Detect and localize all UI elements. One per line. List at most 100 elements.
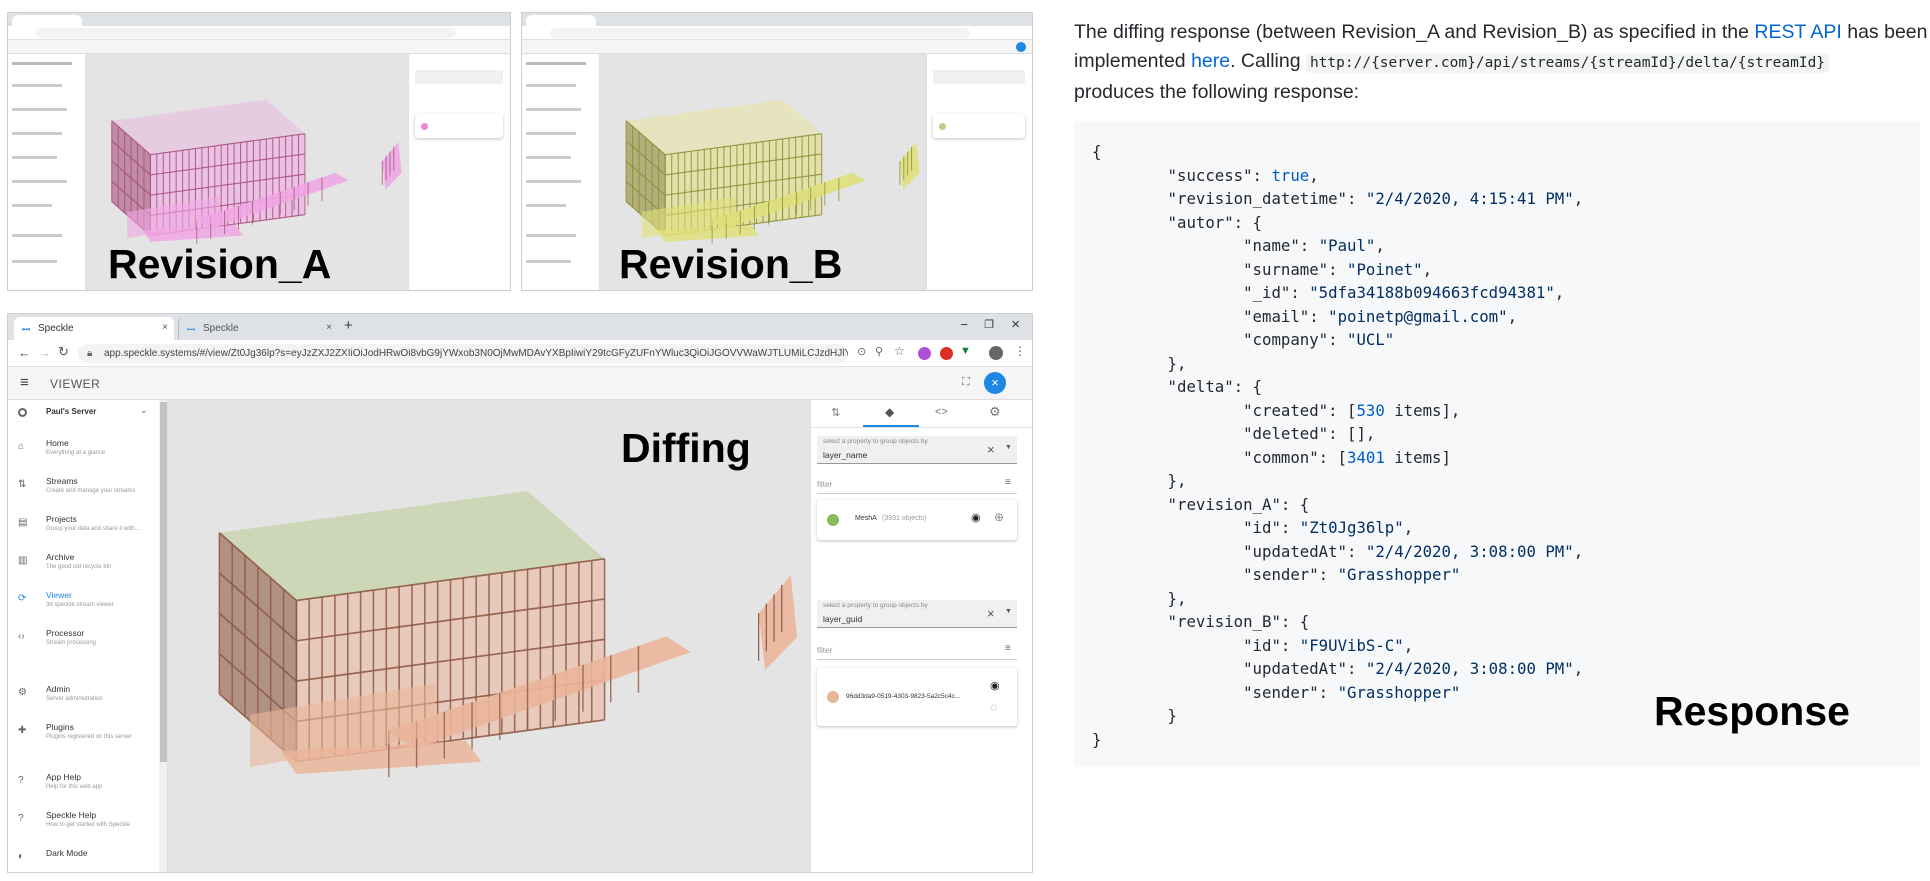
clear-icon[interactable]: × — [987, 606, 995, 621]
new-tab-icon[interactable]: + — [344, 317, 353, 334]
menu-dots-icon[interactable]: ⋮ — [1014, 344, 1026, 358]
account-icon[interactable]: ⊙ — [857, 345, 866, 358]
tab-title: Speckle — [38, 323, 74, 334]
sidebar-item-viewer[interactable]: ⟳ Viewer 3d speckle stream viewer — [8, 586, 167, 620]
sidebar-item-plugins[interactable]: ✚ Plugins Plugins registered on this serve… — [8, 718, 167, 752]
layer-card-1[interactable]: MeshA (3931 objects) ◉ ⊕ — [817, 500, 1017, 540]
group-by-select-2[interactable]: select a property to group objects by la… — [817, 600, 1017, 628]
code-icon[interactable]: <> — [935, 406, 948, 418]
plugins-icon: ✚ — [18, 725, 27, 736]
streams-icon: ⇅ — [18, 479, 27, 490]
code-line: { — [1092, 142, 1102, 161]
zoom-icon[interactable]: ⚲ — [875, 345, 883, 358]
sidebar-item-app-help[interactable]: ? App Help Help for this web app — [8, 768, 167, 802]
sidebar-item-dark-mode[interactable]: ◐ Dark Mode — [8, 844, 167, 872]
dropdown-arrow-icon[interactable]: ▼ — [1005, 608, 1012, 615]
back-icon[interactable]: ← — [18, 345, 31, 360]
isolate-icon[interactable]: ⊕ — [994, 510, 1004, 524]
close-tab-icon[interactable]: × — [326, 322, 332, 333]
revision-b-label: Revision_B — [619, 241, 843, 287]
filter-label: filter — [817, 646, 833, 655]
sidebar-item-subtitle: Help for this web app — [46, 784, 103, 790]
tab-speckle-active[interactable]: ꟷ Speckle × — [14, 317, 174, 340]
browser-tab[interactable] — [12, 15, 82, 26]
code-line: "revision_B": { — [1092, 612, 1310, 631]
close-fab[interactable] — [1016, 42, 1026, 52]
fullscreen-icon[interactable]: ⛶ — [962, 376, 970, 389]
group-by-select-1[interactable]: select a property to group objects by la… — [817, 436, 1017, 464]
reload-icon[interactable]: ↻ — [58, 344, 69, 360]
code-line: "common": [3401 items] — [1092, 447, 1451, 467]
filter-row-1[interactable]: filter ≡ — [817, 477, 1017, 494]
sidebar-item-subtitle: Everything at a glance — [46, 450, 106, 456]
sidebar-item-processor[interactable]: ‹› Processor Stream processing — [8, 624, 167, 658]
close-window-icon[interactable]: × — [1011, 316, 1020, 333]
gear-icon[interactable]: ⚙ — [989, 404, 1001, 420]
code-line: "id": "F9UVibS-C", — [1092, 635, 1414, 655]
code-line: "deleted": [], — [1092, 424, 1376, 443]
sidebar-item-streams[interactable]: ⇅ Streams Create and manage your streams — [8, 472, 167, 506]
code-line: "success": true, — [1092, 165, 1319, 185]
dropdown-arrow-icon[interactable]: ▼ — [1005, 444, 1012, 451]
code-line: "updatedAt": "2/4/2020, 3:08:00 PM", — [1092, 541, 1584, 561]
sidebar — [522, 54, 600, 290]
diffing-label: Diffing — [621, 425, 751, 471]
projects-icon: ▤ — [18, 517, 28, 528]
eye-icon[interactable]: ◉ — [990, 679, 1000, 692]
layer-name: 96dd3da9-0519-4303-9823-5a2c5c4c... — [846, 693, 961, 700]
extension-red-icon[interactable] — [940, 347, 953, 360]
extension-green-icon[interactable]: ▼ — [960, 345, 971, 357]
sidebar-item-label: Viewer — [46, 590, 72, 600]
sidebar-item-home[interactable]: ⌂ Home Everything at a glance — [8, 434, 167, 468]
tab-speckle-inactive[interactable]: ꟷ Speckle × — [178, 317, 338, 340]
profile-avatar[interactable] — [989, 346, 1003, 360]
filter-row-2[interactable]: filter ≡ — [817, 643, 1017, 660]
bookmark-star-icon[interactable]: ☆ — [894, 344, 905, 358]
layer-count: (3931 objects) — [882, 515, 927, 522]
code-line: } — [1092, 729, 1102, 749]
sidebar-item-projects[interactable]: ▤ Projects Group your data and share it wi… — [8, 510, 167, 544]
intro-paragraph: The diffing response (between Revision_A… — [1074, 18, 1927, 107]
browser-tab[interactable] — [526, 15, 596, 26]
sidebar-scrollbar[interactable] — [159, 400, 167, 872]
sort-icon[interactable]: ⇅ — [831, 406, 840, 419]
rest-api-link[interactable]: REST API — [1754, 21, 1841, 43]
hamburger-icon[interactable]: ≡ — [20, 374, 29, 391]
forward-icon[interactable]: → — [38, 345, 51, 360]
clear-icon[interactable]: × — [987, 442, 995, 457]
url-field[interactable] — [36, 28, 456, 38]
layers-panel — [408, 54, 510, 290]
dark-mode-icon: ◐ — [18, 851, 25, 862]
url-text: app.speckle.systems/#/view/Zt0Jg36lp?s=e… — [104, 348, 848, 359]
code-line: "created": [530 items], — [1092, 400, 1461, 420]
isolate-icon[interactable]: ◌ — [990, 700, 997, 714]
server-selector[interactable]: Paul's Server ⌄ — [8, 400, 158, 426]
maximize-icon[interactable]: ❐ — [984, 318, 994, 331]
app-bar — [8, 40, 510, 54]
url-field[interactable] — [550, 28, 970, 38]
sidebar-item-label: Projects — [46, 514, 77, 524]
diffing-window: ꟷ Speckle × ꟷ Speckle × + − ❐ × ← → ↻ 🔒︎… — [7, 313, 1033, 873]
url-field[interactable]: 🔒︎ app.speckle.systems/#/view/Zt0Jg36lp?… — [78, 344, 848, 363]
code-line: "name": "Paul", — [1092, 236, 1385, 255]
revision-a-label: Revision_A — [108, 241, 332, 287]
sidebar-item-archive[interactable]: ▥ Archive The good old recycle bin — [8, 548, 167, 582]
app-bar: ≡ VIEWER ⛶ × — [8, 367, 1032, 400]
tab-title: Speckle — [203, 323, 239, 334]
eye-icon[interactable]: ◉ — [971, 511, 981, 524]
filter-icon: ≡ — [1005, 477, 1011, 488]
json-response-block: { "success": true, "revision_datetime": … — [1074, 121, 1920, 767]
here-link[interactable]: here — [1191, 50, 1230, 72]
layers-icon[interactable]: ◆ — [885, 405, 894, 419]
viewer-canvas[interactable]: Diffing — [168, 400, 810, 872]
close-viewer-button[interactable]: × — [984, 372, 1006, 394]
sidebar-item-label: Plugins — [46, 722, 74, 732]
sidebar-item-speckle-help[interactable]: ? Speckle Help How to get started with Spe… — [8, 806, 167, 840]
minimize-icon[interactable]: − — [960, 317, 968, 332]
close-tab-icon[interactable]: × — [162, 322, 168, 333]
layer-card-2[interactable]: 96dd3da9-0519-4303-9823-5a2c5c4c... ◉ ◌ — [817, 668, 1017, 726]
extension-purple-icon[interactable] — [918, 347, 931, 360]
sidebar-item-admin[interactable]: ⚙ Admin Server administration — [8, 680, 167, 714]
layer-color-swatch — [827, 514, 839, 526]
code-line: "id": "Zt0Jg36lp", — [1092, 518, 1414, 537]
